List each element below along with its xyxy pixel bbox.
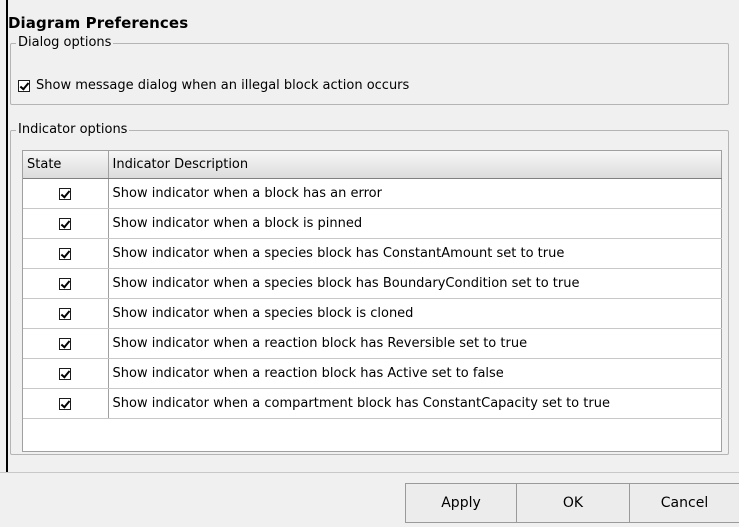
description-cell: Show indicator when a species block has … [108,268,722,299]
indicator-options-legend: Indicator options [16,122,130,138]
indicator-checkbox[interactable] [59,247,72,260]
indicator-table-body: Show indicator when a block has an error… [23,178,722,419]
show-message-dialog-option[interactable]: Show message dialog when an illegal bloc… [18,78,409,93]
dialog-options-group: Dialog options [10,35,729,105]
state-cell[interactable] [23,298,109,329]
table-row[interactable]: Show indicator when a block is pinned [23,208,722,239]
description-cell: Show indicator when a species block is c… [108,298,722,329]
indicator-checkbox[interactable] [59,337,72,350]
state-cell[interactable] [23,388,109,419]
dialog-options-legend: Dialog options [16,35,114,51]
button-bar-separator [0,472,739,473]
table-row[interactable]: Show indicator when a reaction block has… [23,328,722,359]
state-cell[interactable] [23,208,109,239]
state-cell[interactable] [23,238,109,269]
description-cell: Show indicator when a reaction block has… [108,328,722,359]
description-cell: Show indicator when a block is pinned [108,208,722,239]
indicator-table-header: State Indicator Description [23,151,722,179]
indicator-checkbox[interactable] [59,367,72,380]
state-cell[interactable] [23,358,109,389]
description-cell: Show indicator when a compartment block … [108,388,722,419]
table-row[interactable]: Show indicator when a species block is c… [23,298,722,329]
indicator-table: State Indicator Description Show indicat… [23,151,722,419]
description-cell: Show indicator when a species block has … [108,238,722,269]
table-row[interactable]: Show indicator when a compartment block … [23,388,722,419]
indicator-checkbox[interactable] [59,277,72,290]
description-cell: Show indicator when a reaction block has… [108,358,722,389]
apply-button[interactable]: Apply [405,483,517,523]
indicator-table-container: State Indicator Description Show indicat… [22,150,722,452]
indicator-checkbox[interactable] [59,307,72,320]
cancel-button[interactable]: Cancel [629,483,739,523]
state-cell[interactable] [23,328,109,359]
state-cell[interactable] [23,268,109,299]
show-message-dialog-checkbox[interactable] [18,79,30,92]
table-row[interactable]: Show indicator when a species block has … [23,238,722,269]
state-cell[interactable] [23,178,109,209]
column-header-state[interactable]: State [23,151,109,179]
page-title: Diagram Preferences [8,14,189,32]
table-row[interactable]: Show indicator when a species block has … [23,268,722,299]
indicator-checkbox[interactable] [59,397,72,410]
column-header-description[interactable]: Indicator Description [108,151,722,179]
diagram-preferences-window: Diagram Preferences Dialog options Show … [0,0,739,527]
table-row[interactable]: Show indicator when a block has an error [23,178,722,209]
ok-button[interactable]: OK [516,483,630,523]
table-row[interactable]: Show indicator when a reaction block has… [23,358,722,389]
indicator-checkbox[interactable] [59,187,72,200]
description-cell: Show indicator when a block has an error [108,178,722,209]
show-message-dialog-label[interactable]: Show message dialog when an illegal bloc… [36,78,409,93]
indicator-checkbox[interactable] [59,217,72,230]
